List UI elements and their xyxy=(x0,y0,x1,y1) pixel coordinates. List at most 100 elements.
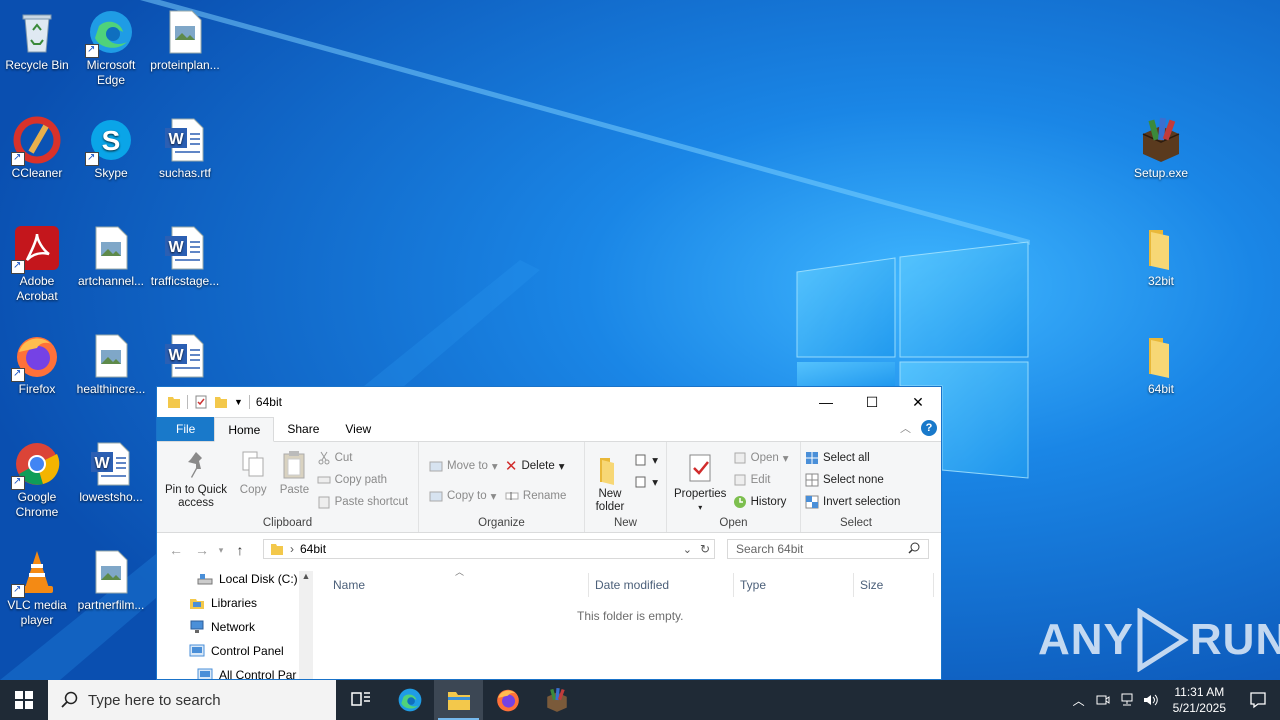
desktop-icon-proteinplan[interactable]: proteinplan... xyxy=(148,4,222,73)
quick-access-toolbar: ▼ xyxy=(157,395,250,409)
nav-item-control-panel[interactable]: Control Panel xyxy=(157,639,307,663)
new-folder-button[interactable]: New folder xyxy=(589,450,631,516)
start-button[interactable] xyxy=(0,680,48,720)
folder-icon[interactable] xyxy=(167,395,181,409)
meet-now-icon[interactable] xyxy=(1091,693,1115,707)
tab-file[interactable]: File xyxy=(157,417,215,441)
address-bar[interactable]: › 64bit ⌄ ↻ xyxy=(263,539,715,559)
desktop-icon-setup-exe[interactable]: Setup.exe xyxy=(1124,112,1198,181)
taskbar-search-box[interactable]: Type here to search xyxy=(48,680,336,720)
network-icon[interactable] xyxy=(1115,693,1139,707)
search-icon[interactable] xyxy=(908,542,920,557)
desktop-icon-folder-32bit[interactable]: 32bit xyxy=(1124,220,1198,289)
task-view-button[interactable] xyxy=(336,680,385,720)
nav-item-local-disk[interactable]: Local Disk (C:) xyxy=(157,567,307,591)
nav-scrollbar[interactable]: ▲ xyxy=(299,571,313,679)
nav-item-all-control-panel[interactable]: All Control Par xyxy=(157,663,307,679)
column-header-size[interactable]: Size xyxy=(854,573,934,597)
taskbar-firefox[interactable] xyxy=(483,680,532,720)
desktop-icon-acrobat[interactable]: Adobe Acrobat xyxy=(0,220,74,304)
close-button[interactable]: ✕ xyxy=(895,387,941,417)
desktop-icon-label: Google Chrome xyxy=(15,490,59,519)
recent-locations-button[interactable]: ▾ xyxy=(215,545,227,556)
desktop-icon-firefox[interactable]: Firefox xyxy=(0,328,74,397)
column-header-date-modified[interactable]: Date modified xyxy=(589,573,734,597)
move-to-button[interactable]: Move to ▾ xyxy=(429,456,498,475)
open-button[interactable]: Open ▾ xyxy=(733,448,789,467)
paste-button[interactable]: Paste xyxy=(275,446,313,499)
invert-selection-button[interactable]: Invert selection xyxy=(805,492,900,511)
properties-icon[interactable] xyxy=(194,395,208,409)
notifications-button[interactable] xyxy=(1236,691,1280,709)
control-panel-icon xyxy=(189,644,205,657)
collapse-ribbon-icon[interactable]: ︿ xyxy=(900,420,911,436)
title-bar[interactable]: ▼ 64bit — ☐ ✕ xyxy=(157,387,941,417)
breadcrumb[interactable]: 64bit xyxy=(300,542,326,556)
file-explorer-window[interactable]: ▼ 64bit — ☐ ✕ File Home Share View ︿ ? P… xyxy=(156,386,942,680)
desktop-icon-label: 32bit xyxy=(1147,274,1175,288)
history-button[interactable]: History xyxy=(733,492,789,511)
tab-home[interactable]: Home xyxy=(214,417,275,442)
new-folder-label: New folder xyxy=(595,488,625,513)
qat-dropdown-icon[interactable]: ▼ xyxy=(234,397,243,407)
new-item-button[interactable]: ▾ xyxy=(634,450,658,469)
tab-view[interactable]: View xyxy=(332,417,384,441)
recycle-bin-icon xyxy=(13,8,61,56)
desktop-icon-recycle-bin[interactable]: Recycle Bin xyxy=(0,4,74,73)
desktop-icon-ccleaner[interactable]: CCleaner xyxy=(0,112,74,181)
clock[interactable]: 11:31 AM 5/21/2025 xyxy=(1163,684,1236,716)
select-none-button[interactable]: Select none xyxy=(805,470,900,489)
tab-share[interactable]: Share xyxy=(274,417,332,441)
delete-button[interactable]: ✕ Delete ▾ xyxy=(505,456,566,475)
desktop-icon-lowestsho[interactable]: W lowestsho... xyxy=(74,436,148,505)
rename-icon xyxy=(505,491,519,500)
select-all-button[interactable]: Select all xyxy=(805,448,900,467)
desktop-icon-word-doc[interactable]: W xyxy=(148,328,222,382)
desktop-icon-skype[interactable]: S Skype xyxy=(74,112,148,181)
desktop-icon-edge[interactable]: Microsoft Edge xyxy=(74,4,148,88)
easy-access-icon xyxy=(635,476,646,487)
desktop-icon-suchas[interactable]: W suchas.rtf xyxy=(148,112,222,181)
desktop-icon-artchannel[interactable]: artchannel... xyxy=(74,220,148,289)
taskbar-file-explorer[interactable] xyxy=(434,680,483,720)
desktop-icon-partnerfilm[interactable]: partnerfilm... xyxy=(74,544,148,613)
cut-button[interactable]: Cut xyxy=(317,448,409,467)
desktop-icon-folder-64bit[interactable]: 64bit xyxy=(1124,328,1198,397)
forward-button[interactable]: → xyxy=(189,542,215,558)
paste-shortcut-button[interactable]: Paste shortcut xyxy=(317,492,408,511)
svg-text:S: S xyxy=(102,125,121,156)
column-header-name[interactable]: Name xyxy=(317,573,589,597)
file-list[interactable]: ︿ Name Date modified Type Size This fold… xyxy=(317,567,941,679)
address-dropdown-icon[interactable]: ⌄ xyxy=(683,543,692,556)
back-button[interactable]: ← xyxy=(163,542,189,558)
search-box[interactable]: Search 64bit xyxy=(727,539,929,559)
desktop-icon-vlc[interactable]: VLC media player xyxy=(0,544,74,628)
volume-icon[interactable] xyxy=(1139,693,1163,707)
properties-button[interactable]: Properties ▾ xyxy=(671,450,729,516)
taskbar-installer[interactable] xyxy=(532,680,581,720)
copy-path-button[interactable]: Copy path xyxy=(317,470,409,489)
refresh-icon[interactable]: ↻ xyxy=(700,542,710,556)
scroll-up-icon[interactable]: ▲ xyxy=(299,571,313,581)
edit-button[interactable]: Edit xyxy=(733,470,789,489)
copy-button[interactable]: Copy xyxy=(234,446,272,499)
nav-item-network[interactable]: Network xyxy=(157,615,307,639)
column-header-type[interactable]: Type xyxy=(734,573,854,597)
nav-item-libraries[interactable]: Libraries xyxy=(157,591,307,615)
desktop-icon-healthincre[interactable]: healthincre... xyxy=(74,328,148,397)
up-button[interactable]: ↑ xyxy=(227,542,253,558)
desktop-icon-chrome[interactable]: Google Chrome xyxy=(0,436,74,520)
rename-button[interactable]: Rename xyxy=(505,486,566,505)
desktop-icon-trafficstage[interactable]: W trafficstage... xyxy=(148,220,222,289)
history-icon xyxy=(733,495,746,508)
pin-to-quick-access-button[interactable]: Pin to Quick access xyxy=(161,446,231,512)
maximize-button[interactable]: ☐ xyxy=(849,387,895,417)
watermark-text-right: RUN xyxy=(1189,615,1280,664)
copy-to-button[interactable]: Copy to ▾ xyxy=(429,486,498,505)
minimize-button[interactable]: — xyxy=(803,387,849,417)
help-icon[interactable]: ? xyxy=(921,420,937,436)
show-hidden-icons-chevron-icon[interactable]: ︿ xyxy=(1067,692,1091,709)
new-folder-icon[interactable] xyxy=(214,395,228,409)
taskbar-edge[interactable] xyxy=(385,680,434,720)
easy-access-button[interactable]: ▾ xyxy=(634,472,658,491)
